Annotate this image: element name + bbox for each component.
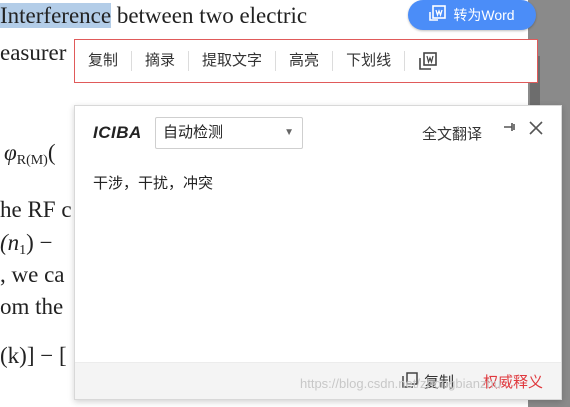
toolbar-copy[interactable]: 复制 <box>75 50 131 72</box>
pin-icon[interactable] <box>503 120 517 138</box>
doc-line-7: om the <box>0 294 64 319</box>
toolbar-excerpt[interactable]: 摘录 <box>132 50 188 72</box>
language-select-value: 自动检测 <box>163 124 224 141</box>
selected-word[interactable]: Interference <box>0 3 112 28</box>
selection-toolbar: 复制 摘录 提取文字 高亮 下划线 <box>74 39 538 83</box>
doc-line-8: (k)] − [ <box>0 343 67 368</box>
full-text-translate-link[interactable]: 全文翻译 <box>422 123 482 144</box>
doc-line-2: easurer <box>0 40 67 65</box>
toolbar-highlight[interactable]: 高亮 <box>276 50 332 72</box>
doc-line-1: Interference between two electric <box>0 3 308 28</box>
toolbar-underline[interactable]: 下划线 <box>333 50 404 72</box>
chevron-down-icon: ▼ <box>284 127 294 138</box>
extract-icon[interactable] <box>405 49 451 74</box>
doc-line-6: , we ca <box>0 262 65 287</box>
iciba-logo: ICIBA <box>93 123 142 142</box>
toolbar-extract-text[interactable]: 提取文字 <box>189 50 275 72</box>
translation-result: 干涉，干扰，冲突 <box>93 175 214 192</box>
translation-panel: ICIBA 自动检测 ▼ 全文翻译 干涉，干扰，冲突 复制 权威释义 <box>74 105 562 400</box>
word-convert-icon <box>429 4 447 26</box>
language-select[interactable]: 自动检测 ▼ <box>155 117 303 149</box>
convert-to-word-label: 转为Word <box>453 7 515 23</box>
close-icon[interactable] <box>528 116 544 142</box>
doc-formula-phi: φR(M)( <box>4 140 56 168</box>
watermark: https://blog.csdn.net/zhongbianzhu <box>300 376 501 391</box>
doc-line-4: he RF c <box>0 197 72 222</box>
doc-line-5: (n1) − <box>0 230 53 258</box>
convert-to-word-button[interactable]: 转为Word <box>408 0 536 30</box>
